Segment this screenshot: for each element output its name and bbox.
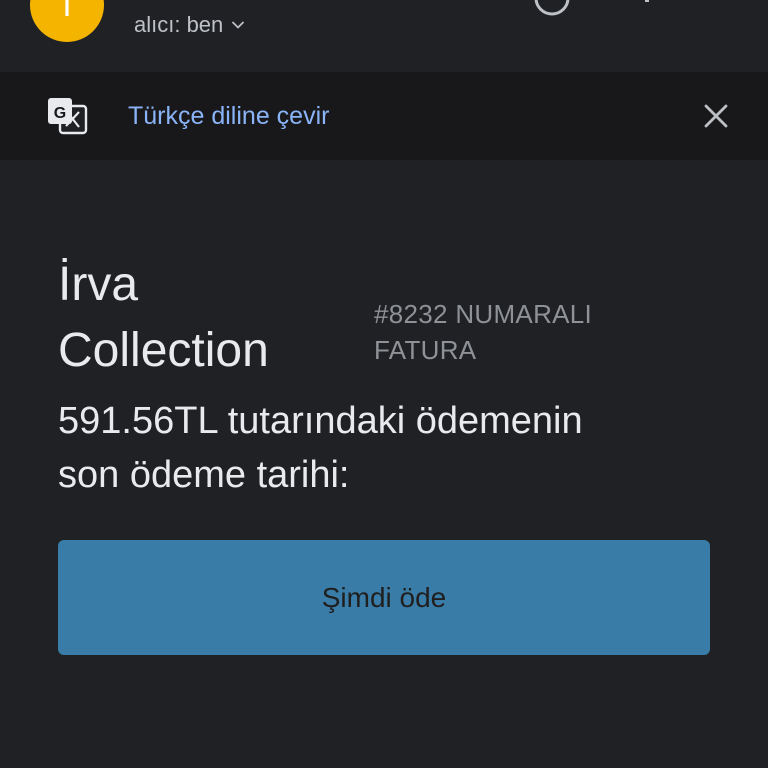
email-header: T alıcı: ben	[0, 0, 768, 72]
pay-now-label: Şimdi öde	[321, 581, 447, 613]
invoice-number: #8232 NUMARALI FATURA	[374, 296, 674, 368]
avatar-letter: T	[56, 0, 78, 24]
message-line-1: 591.56TL tutarındaki ödemenin	[58, 400, 583, 442]
emoji-reaction-icon[interactable]	[532, 0, 572, 18]
invoice-line-2: FATURA	[374, 335, 477, 365]
email-view: T alıcı: ben G Türkçe diline çevir İrva …	[0, 0, 768, 768]
translate-link[interactable]: Türkçe diline çevir	[128, 102, 329, 131]
payment-message: 591.56TL tutarındaki ödemenin son ödeme …	[58, 394, 718, 502]
invoice-line-1: #8232 NUMARALI	[374, 299, 593, 329]
brand-name: İrva Collection	[58, 252, 348, 384]
brand-line-1: İrva	[58, 258, 139, 311]
recipient-label: alıcı: ben	[134, 12, 224, 37]
svg-text:G: G	[54, 105, 66, 122]
close-icon[interactable]	[700, 100, 732, 132]
more-options-icon[interactable]	[640, 0, 654, 6]
brand-line-2: Collection	[58, 324, 269, 377]
message-line-2: son ödeme tarihi:	[58, 454, 350, 496]
recipient-toggle[interactable]: alıcı: ben	[134, 12, 245, 38]
pay-now-button[interactable]: Şimdi öde	[58, 540, 710, 655]
translate-bar: G Türkçe diline çevir	[0, 72, 768, 160]
sender-avatar[interactable]: T	[30, 0, 104, 42]
chevron-down-icon	[232, 21, 245, 29]
google-translate-icon: G	[48, 98, 88, 135]
